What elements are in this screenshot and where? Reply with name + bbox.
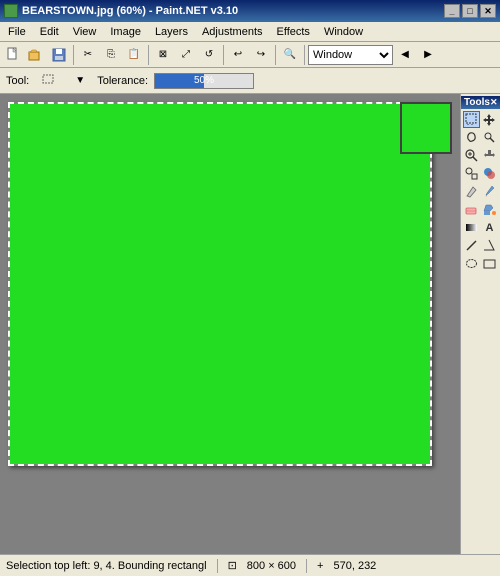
zoom-out-button[interactable]: 🔍 [279, 44, 301, 66]
tool-ellipse-select[interactable] [463, 255, 480, 272]
tools-panel-label: Tools [464, 97, 490, 108]
tool-paint-bucket[interactable] [481, 201, 498, 218]
menu-bar: File Edit View Image Layers Adjustments … [0, 22, 500, 42]
canvas-container [8, 102, 432, 466]
title-bar-left: BEARSTOWN.jpg (60%) - Paint.NET v3.10 [4, 4, 238, 18]
tool-eraser[interactable] [463, 201, 480, 218]
toolbar-sep-4 [275, 45, 276, 65]
paste-button[interactable]: 📋 [123, 44, 145, 66]
selection-info: Selection top left: 9, 4. Bounding recta… [6, 560, 207, 572]
thumbnail-preview [400, 102, 452, 154]
undo-button[interactable]: ↩ [227, 44, 249, 66]
tool-gradient[interactable] [463, 219, 480, 236]
resize-button[interactable]: ⤢ [175, 44, 197, 66]
tolerance-slider[interactable]: 50% [154, 73, 254, 89]
tool-move[interactable] [481, 111, 498, 128]
title-bar: BEARSTOWN.jpg (60%) - Paint.NET v3.10 _ … [0, 0, 500, 22]
maximize-button[interactable]: □ [462, 4, 478, 18]
status-separator-2 [306, 559, 307, 573]
app-icon [4, 4, 18, 18]
tool-magic-wand[interactable] [481, 129, 498, 146]
menu-edit[interactable]: Edit [34, 24, 65, 40]
window-title: BEARSTOWN.jpg (60%) - Paint.NET v3.10 [22, 5, 238, 17]
toolbar-sep-1 [73, 45, 74, 65]
redo-button[interactable]: ↪ [250, 44, 272, 66]
status-bar: Selection top left: 9, 4. Bounding recta… [0, 554, 500, 576]
tolerance-value: 50% [155, 74, 253, 88]
text-icon-label: A [486, 222, 494, 234]
canvas-dimensions: 800 × 600 [247, 560, 296, 572]
tool-recolor[interactable] [481, 165, 498, 182]
menu-layers[interactable]: Layers [149, 24, 194, 40]
tools-panel-title: Tools ✕ [461, 96, 500, 109]
main-area: Tools ✕ [0, 94, 500, 554]
menu-window[interactable]: Window [318, 24, 369, 40]
toolbar-extra-1[interactable]: ◀ [394, 44, 416, 66]
crop-button[interactable]: ⊠ [152, 44, 174, 66]
tool-clone-stamp[interactable] [463, 165, 480, 182]
tool-pan[interactable] [481, 147, 498, 164]
menu-effects[interactable]: Effects [271, 24, 316, 40]
dimensions-icon: ⊡ [228, 559, 237, 572]
tool-label: Tool: [6, 75, 29, 87]
tool-paintbrush[interactable] [481, 183, 498, 200]
minimize-button[interactable]: _ [444, 4, 460, 18]
tool-text[interactable]: A [481, 219, 498, 236]
tool-shapes[interactable] [481, 237, 498, 254]
toolbar-sep-3 [223, 45, 224, 65]
tool-rectangle-select[interactable] [463, 111, 480, 128]
tools-panel-close[interactable]: ✕ [490, 97, 498, 108]
tools-grid: A [461, 109, 500, 274]
toolbar-sep-5 [304, 45, 305, 65]
status-separator [217, 559, 218, 573]
copy-button[interactable]: ⎘ [100, 44, 122, 66]
tools-panel: Tools ✕ [460, 94, 500, 554]
new-button[interactable] [2, 44, 24, 66]
cursor-position: 570, 232 [333, 560, 376, 572]
tool-line[interactable] [463, 237, 480, 254]
save-button[interactable] [48, 44, 70, 66]
current-tool-btn[interactable] [35, 70, 63, 92]
title-bar-controls[interactable]: _ □ ✕ [444, 4, 496, 18]
rotate-button[interactable]: ↺ [198, 44, 220, 66]
canvas-area[interactable] [0, 94, 460, 554]
menu-view[interactable]: View [67, 24, 103, 40]
tool-pencil[interactable] [463, 183, 480, 200]
position-icon: + [317, 560, 323, 572]
tolerance-label: Tolerance: [97, 75, 148, 87]
cut-button[interactable]: ✂ [77, 44, 99, 66]
menu-image[interactable]: Image [104, 24, 147, 40]
tool-lasso[interactable] [463, 129, 480, 146]
close-button[interactable]: ✕ [480, 4, 496, 18]
menu-adjustments[interactable]: Adjustments [196, 24, 269, 40]
toolbar-extra-2[interactable]: ▶ [417, 44, 439, 66]
tool-rectangle-shape[interactable] [481, 255, 498, 272]
tool-options-bar: Tool: ▼ Tolerance: 50% [0, 68, 500, 94]
toolbar-sep-2 [148, 45, 149, 65]
menu-file[interactable]: File [2, 24, 32, 40]
tool-zoom[interactable] [463, 147, 480, 164]
window-dropdown[interactable]: Window Fit to Screen Actual Size [308, 45, 393, 65]
canvas [10, 104, 430, 464]
open-button[interactable] [25, 44, 47, 66]
toolbar: ✂ ⎘ 📋 ⊠ ⤢ ↺ ↩ ↪ 🔍 Window Fit to Screen A… [0, 42, 500, 68]
tool-dropdown-btn[interactable]: ▼ [69, 70, 91, 92]
